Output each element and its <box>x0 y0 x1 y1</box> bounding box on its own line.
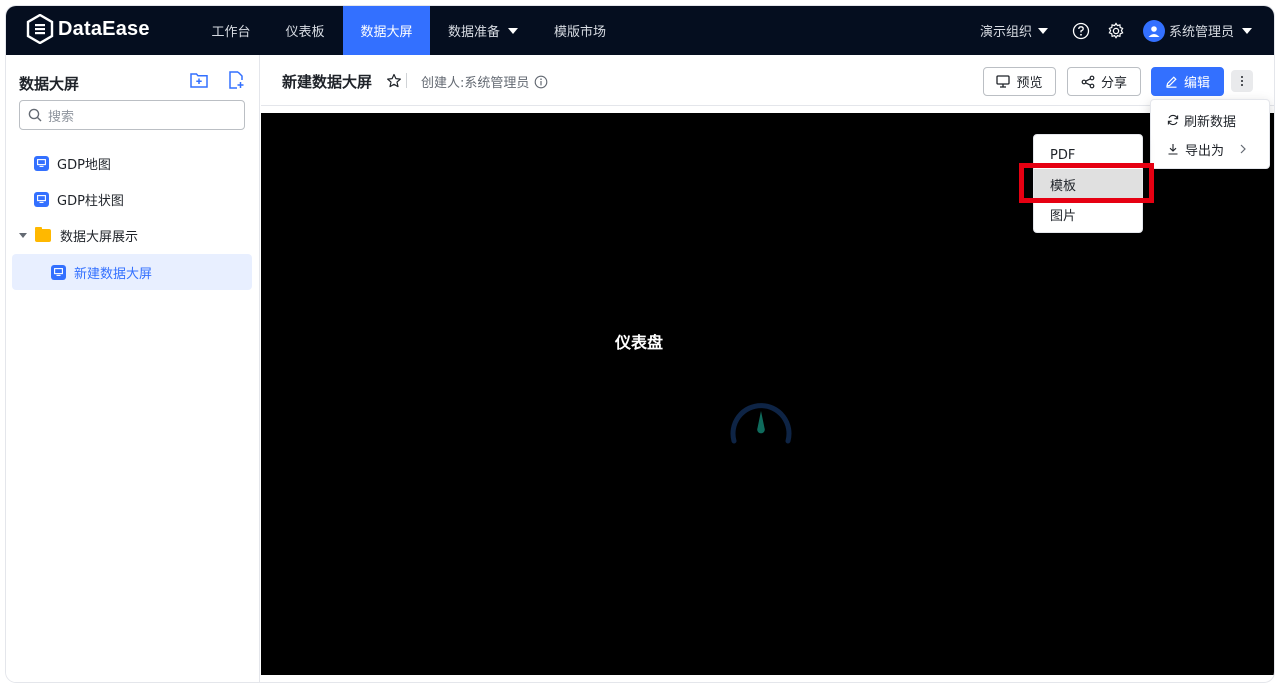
menu-item-export[interactable]: 导出为 <box>1151 134 1269 164</box>
logo[interactable]: DataEase <box>26 14 150 44</box>
nav-item-data-prep[interactable]: 数据准备 <box>438 6 528 55</box>
gear-icon <box>1108 21 1124 39</box>
share-icon <box>1081 75 1095 88</box>
folder-icon <box>35 226 51 242</box>
highlight-box <box>1019 163 1154 203</box>
star-icon[interactable] <box>386 73 402 89</box>
avatar <box>1143 19 1165 42</box>
nav-item-workbench[interactable]: 工作台 <box>196 6 266 55</box>
nav-item-label: 仪表板 <box>285 25 325 40</box>
caret-down-icon[interactable] <box>19 232 27 238</box>
sidebar-title: 数据大屏 <box>19 75 80 93</box>
download-icon <box>1168 144 1178 155</box>
preview-button[interactable]: 预览 <box>983 67 1056 96</box>
edit-button[interactable]: 编辑 <box>1151 67 1224 96</box>
nav-item-label: 模版市场 <box>553 25 606 40</box>
user-menu[interactable]: 系统管理员 <box>1143 6 1253 55</box>
caret-down-icon <box>508 27 518 34</box>
brand-name: DataEase <box>58 17 150 40</box>
nav-item-data-screen[interactable]: 数据大屏 <box>343 6 430 55</box>
search-input[interactable]: 搜索 <box>19 100 245 130</box>
share-button[interactable]: 分享 <box>1067 67 1141 96</box>
chevron-right-icon <box>1240 144 1246 154</box>
tree-item-label: GDP地图 <box>57 157 111 173</box>
gauge-icon <box>730 403 792 444</box>
help-button[interactable] <box>1072 6 1090 55</box>
tree-folder-screen-showcase[interactable]: 数据大屏展示 <box>12 217 252 253</box>
menu-item-refresh[interactable]: 刷新数据 <box>1151 105 1269 135</box>
preview-label: 预览 <box>1016 76 1043 91</box>
tree-item-gdp-bar[interactable]: GDP柱状图 <box>12 181 252 217</box>
file-add-icon <box>229 71 244 89</box>
pencil-icon <box>1166 76 1177 88</box>
org-switcher[interactable]: 演示组织 <box>980 6 1049 55</box>
more-dot <box>1241 80 1243 82</box>
more-dot <box>1241 84 1243 86</box>
more-button[interactable] <box>1231 70 1253 92</box>
info-icon[interactable] <box>534 75 548 89</box>
more-menu: 刷新数据 导出为 <box>1150 99 1270 169</box>
search-placeholder: 搜索 <box>48 109 75 125</box>
monitor-icon <box>996 75 1011 88</box>
tree-item-label: 新建数据大屏 <box>74 266 153 282</box>
menu-item-label: 刷新数据 <box>1184 114 1237 130</box>
tree-item-label: GDP柱状图 <box>57 193 124 209</box>
share-label: 分享 <box>1100 76 1127 91</box>
folder-add-icon <box>190 73 208 88</box>
creator-info: 创建人:系统管理员 <box>421 72 548 91</box>
menu-item-label: 图片 <box>1050 208 1077 224</box>
menu-item-label: 导出为 <box>1185 143 1225 159</box>
nav-item-label: 数据准备 <box>447 25 500 40</box>
screen-icon <box>34 191 49 207</box>
refresh-icon <box>1167 114 1179 126</box>
caret-down-icon <box>1038 27 1049 34</box>
search-icon <box>28 108 42 122</box>
top-nav: DataEase 工作台 仪表板 数据大屏 数据准备 模版市场 演示组织 系统管… <box>6 6 1274 55</box>
more-dot <box>1241 76 1243 78</box>
org-name: 演示组织 <box>980 25 1033 40</box>
nav-item-dashboard[interactable]: 仪表板 <box>270 6 340 55</box>
page-title: 新建数据大屏 <box>282 73 373 91</box>
nav-item-template-market[interactable]: 模版市场 <box>542 6 618 55</box>
creator-label: 创建人:系统管理员 <box>421 76 530 91</box>
screen-icon <box>51 264 66 280</box>
dataease-logo-icon <box>26 14 54 44</box>
settings-button[interactable] <box>1107 6 1125 55</box>
sidebar: 数据大屏 搜索 GDP地图 GDP柱状图 数据大屏展示 新建数据大屏 <box>6 55 260 682</box>
gauge-widget-title: 仪表盘 <box>615 333 664 352</box>
tree-item-gdp-map[interactable]: GDP地图 <box>12 145 252 181</box>
editor-header: 新建数据大屏 创建人:系统管理员 预览 分享 编辑 <box>261 55 1274 106</box>
tree-item-new-screen[interactable]: 新建数据大屏 <box>12 254 252 290</box>
screen-icon <box>34 155 49 171</box>
new-folder-button[interactable] <box>189 70 209 90</box>
menu-item-image[interactable]: 图片 <box>1034 199 1142 229</box>
nav-item-label: 数据大屏 <box>360 25 413 40</box>
help-icon <box>1072 22 1090 39</box>
menu-item-label: PDF <box>1050 147 1076 163</box>
app-window: DataEase 工作台 仪表板 数据大屏 数据准备 模版市场 演示组织 系统管… <box>6 6 1274 682</box>
tree-item-label: 数据大屏展示 <box>60 229 139 245</box>
nav-item-label: 工作台 <box>211 25 251 40</box>
user-name: 系统管理员 <box>1169 25 1235 40</box>
edit-label: 编辑 <box>1183 76 1210 91</box>
caret-down-icon <box>1242 27 1253 34</box>
user-icon <box>1148 25 1160 37</box>
new-screen-button[interactable] <box>226 70 246 90</box>
divider <box>406 73 407 88</box>
